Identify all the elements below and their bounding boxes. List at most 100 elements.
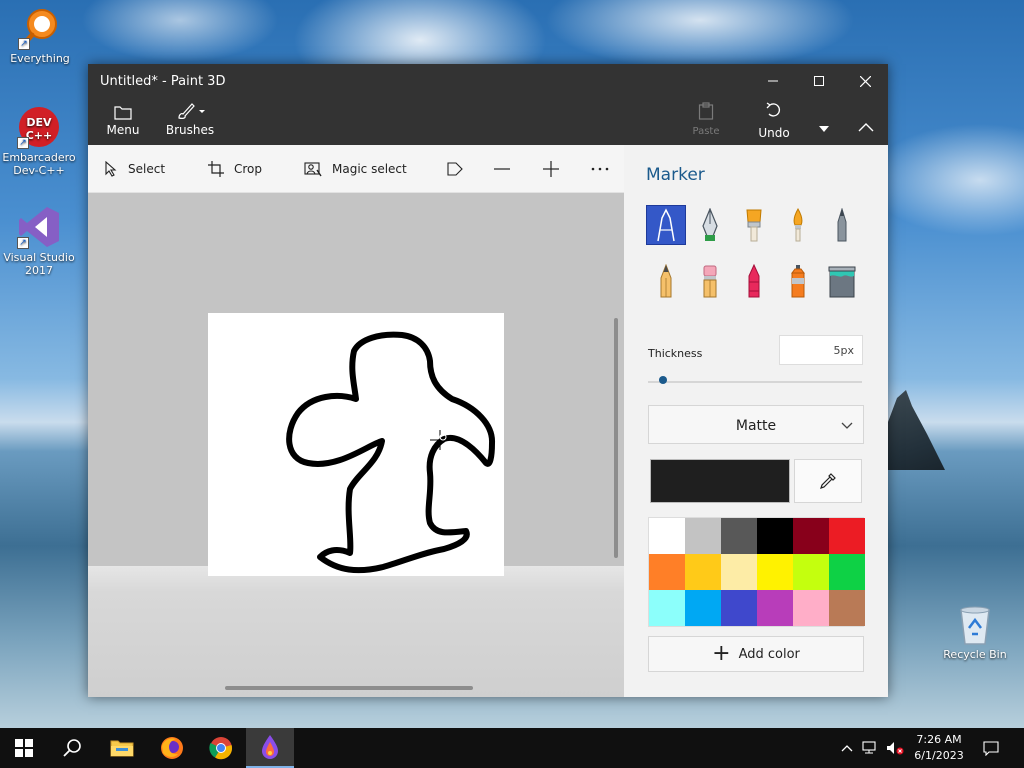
chevron-up-icon [844,98,888,132]
cursor-icon [104,161,118,177]
brush-pixel-pen[interactable] [822,205,862,245]
finish-dropdown[interactable]: Matte [648,405,864,444]
color-swatch[interactable] [685,590,721,626]
folder-icon [110,740,134,757]
menu-button[interactable]: Menu [98,98,148,145]
close-button[interactable] [842,64,888,98]
pixel-pen-icon [837,208,847,242]
color-swatch[interactable] [829,590,865,626]
paste-button[interactable]: Paste [684,98,728,145]
menu-label: Menu [106,123,140,137]
desktop-icon-devcpp[interactable]: DEV C++ ↗ Embarcadero Dev-C++ [0,105,78,177]
color-swatch[interactable] [685,554,721,590]
thickness-input[interactable]: 5px [779,335,863,365]
notification-icon [983,740,999,756]
sticker-shape-button[interactable] [446,159,474,179]
desktop-icon-everything[interactable]: ↗ Everything [1,6,79,65]
minimize-button[interactable] [750,64,796,98]
color-swatch[interactable] [721,518,757,554]
brush-crayon[interactable] [734,261,774,301]
more-options-button[interactable] [591,159,619,179]
eraser-icon [703,265,717,298]
network-tray-button[interactable] [860,728,882,768]
taskbar-firefox[interactable] [148,728,196,768]
brush-spray-can[interactable] [778,261,818,301]
add-color-button[interactable]: + Add color [648,636,864,672]
marker-icon [657,208,675,242]
taskbar-paint-3d[interactable] [246,728,294,768]
color-swatch[interactable] [721,554,757,590]
title-bar[interactable]: Untitled* - Paint 3D [88,64,888,98]
crop-icon [208,161,224,177]
thickness-slider-thumb[interactable] [658,376,667,384]
taskbar-clock[interactable]: 7:26 AM 6/1/2023 [906,732,972,764]
watercolor-icon [793,208,803,242]
select-tool[interactable]: Select [104,159,165,179]
undo-icon [750,98,798,120]
color-swatch[interactable] [649,554,685,590]
brush-marker[interactable] [646,205,686,245]
desktop-icon-label: Everything [10,52,70,65]
maximize-button[interactable] [796,64,842,98]
eyedropper-button[interactable] [794,459,862,503]
color-swatch[interactable] [649,518,685,554]
panel-title: Marker [646,165,705,185]
color-swatch[interactable] [685,518,721,554]
select-label: Select [128,162,166,176]
pencil-icon [660,264,672,298]
volume-tray-button[interactable] [884,728,906,768]
color-swatch[interactable] [793,554,829,590]
brush-pencil[interactable] [646,261,686,301]
brush-calligraphy-pen[interactable] [690,205,730,245]
magic-select-tool[interactable]: Magic select [304,159,407,179]
history-dropdown-button[interactable] [806,98,842,145]
undo-button[interactable]: Undo [750,98,798,145]
show-hidden-icons-button[interactable] [836,728,858,768]
magic-select-icon [304,161,322,177]
calligraphy-pen-icon [702,208,718,241]
folder-icon [98,98,148,120]
vertical-scrollbar[interactable] [614,318,618,558]
brush-watercolor[interactable] [778,205,818,245]
taskbar-chrome[interactable] [197,728,245,768]
action-center-button[interactable] [978,728,1004,768]
flag-shape-icon [446,161,464,177]
desktop-icon-visual-studio[interactable]: ↗ Visual Studio 2017 [0,205,78,277]
taskbar-search-button[interactable] [48,728,96,768]
desktop-icon-label: Recycle Bin [943,648,1007,661]
color-swatch[interactable] [757,554,793,590]
brush-fill[interactable] [822,261,862,301]
add-color-label: Add color [738,646,800,662]
zoom-in-button[interactable] [543,159,569,179]
collapse-ribbon-button[interactable] [844,98,888,145]
color-swatch[interactable] [793,590,829,626]
start-button[interactable] [0,728,48,768]
zoom-out-button[interactable] [494,159,520,179]
color-swatch[interactable] [793,518,829,554]
color-swatch[interactable] [757,590,793,626]
color-swatch[interactable] [829,554,865,590]
brush-eraser[interactable] [690,261,730,301]
crop-tool[interactable]: Crop [208,159,262,179]
devcpp-icon: DEV C++ ↗ [17,105,61,149]
close-icon [859,75,871,87]
taskbar-file-explorer[interactable] [98,728,146,768]
brushes-button[interactable]: Brushes [162,98,218,145]
clock-date: 6/1/2023 [914,749,964,762]
color-swatch[interactable] [829,518,865,554]
thickness-slider[interactable] [648,381,862,383]
current-color-swatch[interactable] [650,459,790,503]
shortcut-arrow-icon: ↗ [17,237,29,249]
desktop-icon-recycle-bin[interactable]: Recycle Bin [936,602,1014,661]
horizontal-scrollbar[interactable] [225,686,473,690]
color-swatch[interactable] [649,590,685,626]
search-icon [63,739,81,757]
drawing-canvas[interactable] [208,313,504,576]
island-rock [885,390,945,470]
color-swatch[interactable] [721,590,757,626]
color-swatch[interactable] [757,518,793,554]
recycle-bin-icon [953,602,997,646]
workspace[interactable] [88,193,624,697]
brush-oil[interactable] [734,205,774,245]
brush-icon [162,98,218,120]
